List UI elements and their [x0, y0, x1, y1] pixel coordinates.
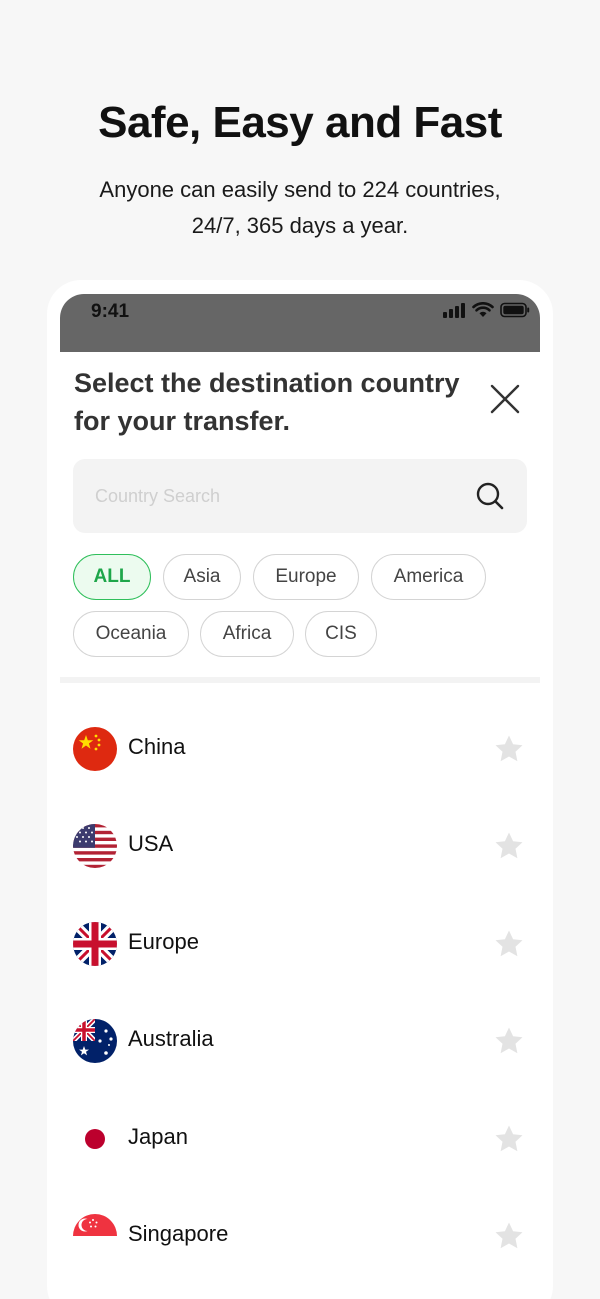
filter-chip-cis[interactable]: CIS: [305, 611, 377, 657]
country-name: China: [128, 734, 186, 759]
sheet-title-line2: for your transfer.: [74, 406, 291, 436]
sheet-title: Select the destination country for your …: [74, 364, 494, 440]
filter-chip-europe[interactable]: Europe: [253, 554, 359, 600]
filter-chip-all[interactable]: ALL: [73, 554, 151, 600]
hero-title: Safe, Easy and Fast: [98, 98, 502, 147]
china-flag-icon: [73, 727, 117, 771]
country-row-australia[interactable]: Australia: [60, 993, 540, 1089]
page: Safe, Easy and Fast Anyone can easily se…: [0, 0, 600, 1299]
country-name: Japan: [128, 1124, 188, 1149]
filter-chip-asia[interactable]: Asia: [163, 554, 241, 600]
wifi-icon: [472, 302, 494, 317]
status-time: 9:41: [91, 301, 130, 322]
sheet-title-line1: Select the destination country: [74, 368, 460, 398]
close-icon[interactable]: [488, 382, 522, 416]
search-icon[interactable]: [475, 481, 505, 511]
battery-icon: [500, 302, 530, 318]
country-row-singapore[interactable]: Singapore: [60, 1188, 540, 1284]
country-name: Australia: [128, 1026, 214, 1051]
signal-icon: [443, 303, 465, 318]
country-row-china[interactable]: China: [60, 701, 540, 797]
usa-flag-icon: [73, 824, 117, 868]
star-icon[interactable]: [494, 1124, 524, 1154]
star-icon[interactable]: [494, 831, 524, 861]
country-search-input[interactable]: [95, 481, 455, 511]
country-row-europe[interactable]: Europe: [60, 896, 540, 992]
filter-chip-america[interactable]: America: [371, 554, 486, 600]
search-box[interactable]: [73, 459, 527, 533]
star-icon[interactable]: [494, 1221, 524, 1251]
filter-chip-africa[interactable]: Africa: [200, 611, 294, 657]
country-row-japan[interactable]: Japan: [60, 1091, 540, 1187]
filter-chip-oceania[interactable]: Oceania: [73, 611, 189, 657]
japan-flag-icon: [73, 1117, 117, 1161]
hero-subtitle-line1: Anyone can easily send to 224 countries,: [99, 177, 501, 202]
country-name: Europe: [128, 929, 199, 954]
hero-subtitle-line2: 24/7, 365 days a year.: [191, 213, 409, 238]
section-divider: [60, 677, 540, 683]
uk-flag-icon: [73, 922, 117, 966]
hero-subtitle: Anyone can easily send to 224 countries,…: [0, 172, 600, 244]
status-icons: [442, 302, 530, 318]
country-name: USA: [128, 831, 174, 856]
australia-flag-icon: [73, 1019, 117, 1063]
star-icon[interactable]: [494, 929, 524, 959]
country-name: Singapore: [128, 1221, 229, 1246]
star-icon[interactable]: [494, 734, 524, 764]
star-icon[interactable]: [494, 1026, 524, 1056]
singapore-flag-icon: [73, 1214, 117, 1258]
country-row-usa[interactable]: USA: [60, 798, 540, 894]
status-bar: 9:41: [60, 294, 540, 352]
